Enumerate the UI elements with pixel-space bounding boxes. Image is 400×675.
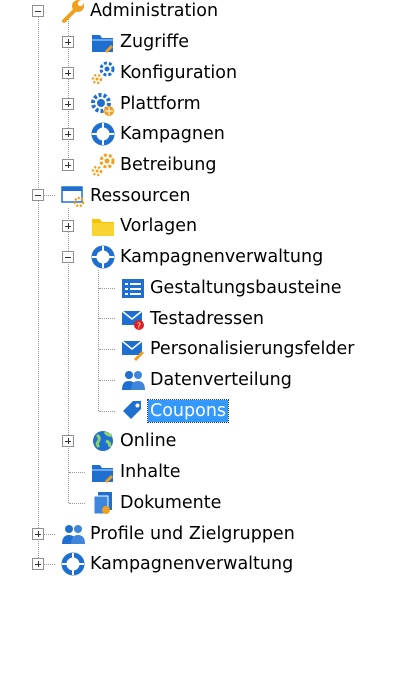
orange-gears-icon	[88, 151, 118, 179]
campaign-ring-icon	[58, 550, 88, 578]
tree-node-profile-und-zielgruppen[interactable]: Profile und Zielgruppen	[58, 520, 297, 548]
window-gear-icon	[58, 182, 88, 210]
expand-toggle-vorlagen[interactable]	[62, 220, 74, 232]
tree-node-label: Betreibung	[120, 155, 217, 175]
tree-connector	[99, 380, 115, 381]
expand-toggle-plattform[interactable]	[62, 98, 74, 110]
tree-node-label: Vorlagen	[120, 216, 198, 236]
svg-text:?: ?	[137, 322, 141, 331]
tree-node-label: Testadressen	[150, 309, 264, 329]
tree-node-label: Online	[120, 431, 177, 451]
campaign-ring-icon	[88, 120, 118, 148]
tree-node-label: Gestaltungsbausteine	[150, 278, 342, 298]
tree-node-online[interactable]: Online	[88, 427, 178, 455]
expand-toggle-kampagnenverwaltung-root[interactable]	[32, 558, 44, 570]
expand-toggle-kampagnen[interactable]	[62, 128, 74, 140]
tag-icon	[118, 397, 148, 425]
tree-node-coupons[interactable]: Coupons	[118, 397, 230, 425]
gears-icon	[88, 59, 118, 87]
collapse-toggle-administration[interactable]	[32, 5, 44, 17]
tree-node-plattform[interactable]: Plattform	[88, 90, 203, 118]
folder-icon	[88, 212, 118, 240]
tree-node-label: Inhalte	[120, 462, 181, 482]
expand-toggle-konfiguration[interactable]	[62, 67, 74, 79]
expand-toggle-zugriffe[interactable]	[62, 36, 74, 48]
tree-node-label: Profile und Zielgruppen	[90, 524, 295, 544]
tree-node-administration[interactable]: Administration	[58, 0, 220, 25]
tree-node-vorlagen[interactable]: Vorlagen	[88, 212, 199, 240]
tree-node-label: Konfiguration	[120, 63, 238, 83]
tree-connector	[38, 17, 39, 564]
tree-node-label: Datenverteilung	[150, 370, 292, 390]
tree-node-betreibung[interactable]: Betreibung	[88, 151, 218, 179]
folder-pen-icon	[88, 458, 118, 486]
tree-node-label: Kampagnenverwaltung	[120, 247, 324, 267]
envelope-pen-icon	[118, 335, 148, 363]
expand-toggle-profile[interactable]	[32, 528, 44, 540]
tree-node-datenverteilung[interactable]: Datenverteilung	[118, 366, 294, 394]
tree-node-label: Plattform	[120, 94, 201, 114]
collapse-toggle-ressourcen[interactable]	[32, 189, 44, 201]
tree-node-gestaltungsbausteine[interactable]: Gestaltungsbausteine	[118, 274, 344, 302]
globe-icon	[88, 427, 118, 455]
expand-toggle-betreibung[interactable]	[62, 159, 74, 171]
people-icon	[58, 520, 88, 548]
tree-connector	[99, 349, 115, 350]
campaign-ring-icon	[88, 243, 118, 271]
tree-connector	[99, 411, 115, 412]
tree-node-personalisierungsfelder[interactable]: Personalisierungsfelder	[118, 335, 356, 363]
list-blocks-icon	[118, 274, 148, 302]
tree-node-label: Dokumente	[120, 493, 222, 513]
tree-node-zugriffe[interactable]: Zugriffe	[88, 28, 191, 56]
tree-node-label: Kampagnen	[120, 124, 225, 144]
tree-connector	[98, 270, 99, 411]
tree-node-label: Zugriffe	[120, 32, 190, 52]
documents-icon	[88, 489, 118, 517]
tree-connector	[69, 472, 85, 473]
tree-node-konfiguration[interactable]: Konfiguration	[88, 59, 239, 87]
tree-node-testadressen[interactable]: ? Testadressen	[118, 305, 266, 333]
wrench-icon	[58, 0, 88, 25]
tree-node-dokumente[interactable]: Dokumente	[88, 489, 223, 517]
envelope-question-icon: ?	[118, 305, 148, 333]
tree-node-label: Kampagnenverwaltung	[90, 554, 294, 574]
tree-node-ressourcen[interactable]: Ressourcen	[58, 182, 192, 210]
tree-node-label: Coupons	[146, 399, 230, 423]
gear-globe-icon	[88, 90, 118, 118]
tree-node-label: Personalisierungsfelder	[150, 339, 355, 359]
tree-connector	[69, 503, 85, 504]
tree-node-kampagnen[interactable]: Kampagnen	[88, 120, 227, 148]
collapse-toggle-kampagnenverwaltung[interactable]	[62, 251, 74, 263]
tree-node-inhalte[interactable]: Inhalte	[88, 458, 183, 486]
tree-connector	[99, 288, 115, 289]
tree-node-kampagnenverwaltung-root[interactable]: Kampagnenverwaltung	[58, 550, 295, 578]
expand-toggle-online[interactable]	[62, 435, 74, 447]
folder-user-icon	[88, 28, 118, 56]
tree-node-kampagnenverwaltung[interactable]: Kampagnenverwaltung	[88, 243, 325, 271]
people-icon	[118, 366, 148, 394]
tree-node-label: Administration	[90, 1, 219, 21]
tree-node-label: Ressourcen	[90, 186, 191, 206]
tree-connector	[99, 318, 115, 319]
